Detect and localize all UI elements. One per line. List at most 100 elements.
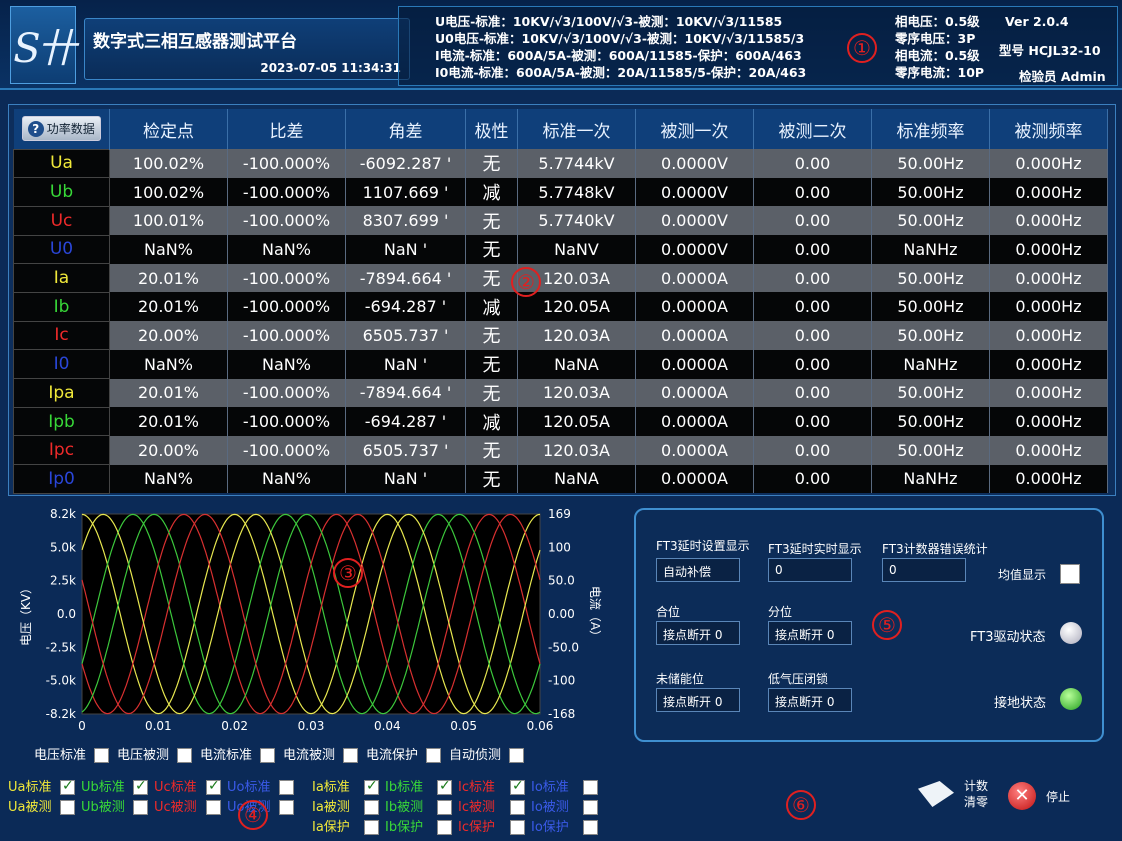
i_test-toggle-2-checkbox[interactable] (510, 800, 525, 815)
table-cell: 120.03A (517, 321, 636, 350)
ground-status-label: 接地状态 (994, 696, 1047, 711)
table-cell: 0.00 (753, 464, 872, 494)
x-tick-label: 0.04 (374, 719, 401, 732)
table-cell: 减 (465, 407, 518, 436)
i_std-toggle-1-checkbox[interactable] (437, 778, 452, 795)
ft3-delay-setting-field[interactable]: 自动补偿 (656, 558, 740, 582)
i_prot-toggle-3-checkbox[interactable] (583, 820, 598, 835)
ground-status-led (1060, 688, 1082, 710)
table-cell: -100.000% (227, 263, 346, 293)
group-toggle-0-checkbox[interactable] (94, 748, 109, 763)
table-cell: NaN% (109, 235, 228, 264)
table-cell: 0.0000V (635, 177, 754, 207)
channel-name-cell: Ib (13, 291, 110, 322)
table-cell: 0.00 (753, 206, 872, 236)
table-cell: 0.00 (753, 292, 872, 322)
table-cell: 50.00Hz (871, 407, 990, 436)
power-data-button[interactable]: ? 功率数据 (21, 116, 101, 142)
i_test-toggle-3: Io被测 (531, 796, 598, 815)
y-right-tick-label: 0.00 (548, 607, 575, 621)
i_prot-toggle-0-checkbox[interactable] (364, 820, 379, 835)
i_std-toggle-2-checkbox[interactable] (510, 778, 525, 795)
table-row: Ip0 NaN% NaN% NaN ' 无 NaNA 0.0000A 0.00 NaNHz 0.0… (13, 464, 1108, 494)
i_test-toggle-0: Ia被测 (312, 796, 379, 815)
x-tick-label: 0.02 (221, 719, 248, 732)
table-cell: 无 (465, 378, 518, 408)
table-cell: 100.01% (109, 206, 228, 236)
i_test-toggle-3-checkbox[interactable] (583, 800, 598, 815)
i_std-toggle-3-checkbox[interactable] (583, 780, 598, 795)
u_test-toggle-1-checkbox[interactable] (133, 800, 148, 815)
channel-name-cell: Ipc (13, 435, 110, 466)
x-tick-label: 0.01 (145, 719, 172, 732)
table-cell: 0.000Hz (989, 407, 1108, 436)
u_std-toggle-2-label: Uc标准 (154, 780, 197, 795)
i_test-toggle-1: Ib被测 (385, 796, 452, 815)
group-toggle-4-checkbox[interactable] (426, 748, 441, 763)
i_std-toggle-1: Ib标准 (385, 776, 452, 795)
logo-text: S卄 (13, 26, 76, 72)
table-cell: 0.00 (753, 177, 872, 207)
avg-display-checkbox[interactable] (1060, 564, 1080, 584)
table-cell: 0.000Hz (989, 378, 1108, 408)
group-toggle-2-checkbox[interactable] (260, 748, 275, 763)
x-tick-label: 0 (78, 719, 86, 732)
table-cell: 8307.699 ' (345, 206, 466, 236)
i_test-toggle-1-checkbox[interactable] (437, 800, 452, 815)
waveform-chart: 0 0.01 0.02 0.03 0.04 0.05 0.068.2k5.0k2.5k0.0… (19, 507, 602, 732)
table-cell: 减 (465, 292, 518, 322)
i_prot-toggle-3: Io保护 (531, 816, 598, 835)
group-toggle-5-checkbox[interactable] (509, 748, 524, 763)
u_test-toggle-3-checkbox[interactable] (279, 800, 294, 815)
y-left-tick-label: 5.0k (50, 540, 76, 554)
i_std-toggle-0-checkbox[interactable] (364, 778, 379, 795)
group-toggle-1-label: 电压被测 (117, 748, 170, 763)
y-left-tick-label: 0.0 (57, 607, 76, 621)
table-cell: NaN ' (345, 464, 466, 494)
ft3-counter-error-label: FT3计数器错误统计 (882, 542, 988, 556)
u_test-toggle-0-checkbox[interactable] (60, 800, 75, 815)
i_prot-toggle-1-checkbox[interactable] (437, 820, 452, 835)
table-cell: 0.0000A (635, 292, 754, 322)
table-cell: 0.00 (753, 263, 872, 293)
table-cell: -7894.664 ' (345, 378, 466, 408)
table-cell: 0.0000A (635, 378, 754, 408)
table-cell: NaNHz (871, 349, 990, 379)
u_test-toggle-0: Ua被测 (8, 796, 75, 815)
group-toggle-4-label: 电流保护 (366, 748, 419, 763)
table-cell: 0.00 (753, 149, 872, 178)
table-cell: -100.000% (227, 206, 346, 236)
u_test-toggle-1: Ub被测 (81, 796, 148, 815)
u_std-toggle-3-checkbox[interactable] (279, 780, 294, 795)
table-cell: 50.00Hz (871, 263, 990, 293)
i_prot-toggle-2-label: Ic保护 (458, 820, 495, 835)
table-row: Ib 20.01% -100.000% -694.287 ' 减 120.05A 0.000… (13, 291, 1108, 322)
stop-button[interactable]: ✕ 停止 (1008, 782, 1070, 810)
col-header-test-secondary: 被测二次 (753, 109, 872, 149)
table-header-row: ? 功率数据 检定点 比差 角差 极性 标准一次 被测一次 被测二次 标准频率 … (13, 109, 1108, 149)
table-cell: 0.000Hz (989, 464, 1108, 494)
u_std-toggle-1-checkbox[interactable] (133, 778, 148, 795)
table-cell: -100.000% (227, 321, 346, 350)
u_std-toggle-0-checkbox[interactable] (60, 778, 75, 795)
group-toggle-0-label: 电压标准 (34, 748, 87, 763)
i_test-toggle-2: Ic被测 (458, 796, 525, 815)
clear-count-button[interactable]: 计数 清零 (918, 778, 988, 810)
table-cell: 0.000Hz (989, 435, 1108, 465)
table-cell: 0.0000A (635, 435, 754, 465)
i_test-toggle-0-checkbox[interactable] (364, 800, 379, 815)
table-cell: NaN ' (345, 349, 466, 379)
table-cell: 6505.737 ' (345, 435, 466, 465)
table-cell: 120.03A (517, 435, 636, 465)
waveform-panel: 0 0.01 0.02 0.03 0.04 0.05 0.06 8.2k 5.0k 2.5k 0.0… (8, 500, 628, 770)
i_prot-toggle-2: Ic保护 (458, 816, 525, 835)
table-cell: 20.01% (109, 407, 228, 436)
i_prot-toggle-2-checkbox[interactable] (510, 820, 525, 835)
group-toggle-1-checkbox[interactable] (177, 748, 192, 763)
table-cell: 20.01% (109, 292, 228, 322)
table-row: Uc 100.01% -100.000% 8307.699 ' 无 5.7740kV 0.0… (13, 205, 1108, 236)
u_std-toggle-2-checkbox[interactable] (206, 778, 221, 795)
group-toggle-3-checkbox[interactable] (343, 748, 358, 763)
y-right-tick-label: -100 (548, 674, 575, 688)
u_test-toggle-2-checkbox[interactable] (206, 800, 221, 815)
